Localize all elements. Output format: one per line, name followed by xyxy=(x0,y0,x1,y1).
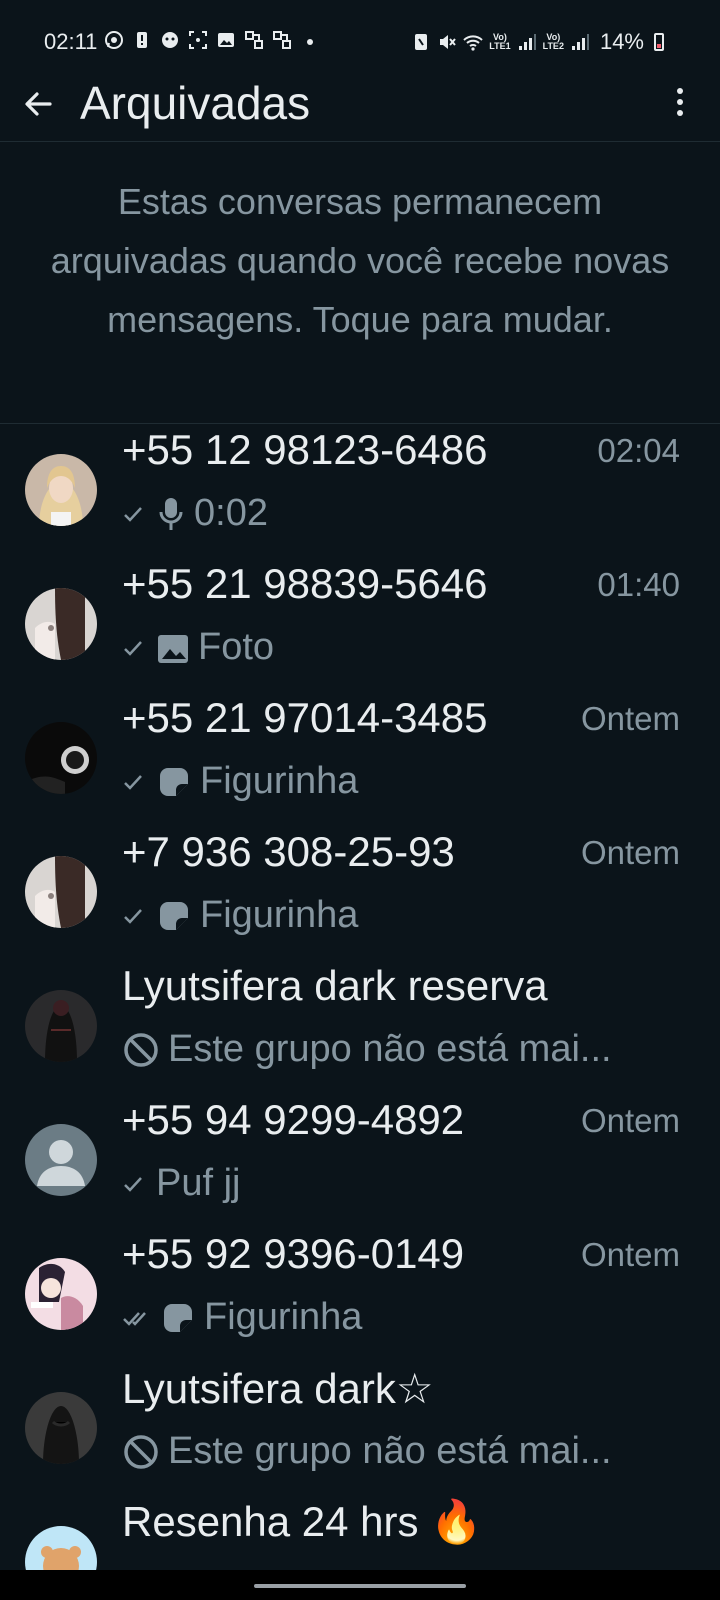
preview-text: Este grupo não está mai... xyxy=(168,1430,612,1472)
system-icons: Vo) LTE1 Vo) LTE2 14% xyxy=(411,29,664,55)
chat-row[interactable]: +55 21 98839-5646 01:40 Foto xyxy=(0,558,720,692)
chat-row[interactable]: +55 12 98123-6486 02:04 0:02 xyxy=(0,424,720,558)
avatar[interactable] xyxy=(25,1124,97,1196)
preview-text: Figurinha xyxy=(200,894,359,936)
link-icon xyxy=(244,30,264,50)
app-bar: Arquivadas xyxy=(0,70,720,142)
chat-name: +55 12 98123-6486 xyxy=(122,426,488,473)
signal-icon xyxy=(517,32,537,52)
lte1-label: Vo) LTE1 xyxy=(489,32,511,51)
avatar[interactable] xyxy=(25,722,97,794)
preview-text: Este grupo não está mai... xyxy=(168,1028,612,1070)
alert-icon xyxy=(132,30,152,50)
chat-time: 02:04 xyxy=(597,432,680,469)
status-time: 02:11 xyxy=(44,29,98,54)
single-check-icon xyxy=(122,1173,148,1195)
chat-name: Lyutsifera dark☆ xyxy=(122,1365,434,1412)
more-options-icon[interactable] xyxy=(670,86,690,126)
avatar[interactable] xyxy=(25,990,97,1062)
wifi-icon xyxy=(463,32,483,52)
chat-name: +55 21 97014-3485 xyxy=(122,694,488,741)
preview-text: Foto xyxy=(198,626,275,668)
chat-name: Resenha 24 hrs 🔥 xyxy=(122,1498,483,1545)
chat-preview: 0:02 xyxy=(122,492,268,535)
chat-row[interactable]: +55 94 9299-4892 Ontem Puf jj xyxy=(0,1094,720,1228)
nfc-icon xyxy=(411,32,431,52)
chat-name: +55 94 9299-4892 xyxy=(122,1096,465,1143)
whatsapp-icon xyxy=(104,30,124,50)
page-title: Arquivadas xyxy=(80,77,311,129)
avatar[interactable] xyxy=(25,1258,97,1330)
battery-icon xyxy=(654,33,664,51)
bug-icon xyxy=(160,30,180,50)
chat-name: +55 92 9396-0149 xyxy=(122,1230,465,1277)
dot-icon xyxy=(300,30,320,50)
screenshot-icon xyxy=(188,30,208,50)
chat-row[interactable]: +7 936 308-25-93 Ontem Figurinha xyxy=(0,826,720,960)
battery-percentage: 14% xyxy=(599,29,644,54)
chat-preview: Figurinha xyxy=(122,894,358,937)
chat-preview: Figurinha xyxy=(122,760,358,803)
home-gesture-handle[interactable] xyxy=(254,1584,466,1588)
preview-text: Figurinha xyxy=(204,1296,363,1338)
sticker-icon xyxy=(156,764,192,800)
chat-time: Ontem xyxy=(580,1236,680,1273)
chat-preview: Puf jj xyxy=(122,1162,240,1205)
link-icon xyxy=(272,30,292,50)
single-check-icon xyxy=(122,503,148,525)
chat-row[interactable]: Lyutsifera dark☆ Este grupo não está mai… xyxy=(0,1362,720,1496)
chat-preview: Este grupo não está mai... xyxy=(122,1028,612,1071)
single-check-icon xyxy=(122,905,148,927)
chat-name: Lyutsifera dark reserva xyxy=(122,962,548,1009)
chat-name: +55 21 98839-5646 xyxy=(122,560,488,607)
signal-icon xyxy=(570,32,590,52)
preview-text: Puf jj xyxy=(156,1162,241,1204)
image-icon xyxy=(156,631,190,665)
gallery-icon xyxy=(216,30,236,50)
chat-preview: Este grupo não está mai... xyxy=(122,1430,612,1473)
chat-row[interactable]: Lyutsifera dark reserva Este grupo não e… xyxy=(0,960,720,1094)
single-check-icon xyxy=(122,637,148,659)
lte2-label: Vo) LTE2 xyxy=(542,32,564,51)
chat-row[interactable]: +55 21 97014-3485 Ontem Figurinha xyxy=(0,692,720,826)
chat-name: +7 936 308-25-93 xyxy=(122,828,455,875)
mic-icon xyxy=(156,496,186,532)
avatar[interactable] xyxy=(25,1392,97,1464)
single-check-icon xyxy=(122,771,148,793)
chat-row[interactable]: +55 92 9396-0149 Ontem Figurinha xyxy=(0,1228,720,1362)
chat-preview: Figurinha xyxy=(122,1296,362,1339)
preview-text: Figurinha xyxy=(200,760,359,802)
chat-time: Ontem xyxy=(580,834,680,871)
chat-preview: Foto xyxy=(122,626,274,669)
chat-time: Ontem xyxy=(580,700,680,737)
preview-text: 0:02 xyxy=(194,492,268,534)
chat-time: Ontem xyxy=(580,1102,680,1139)
sticker-icon xyxy=(160,1300,196,1336)
blocked-icon xyxy=(122,1031,160,1069)
sticker-icon xyxy=(156,898,192,934)
navigation-bar xyxy=(0,1570,720,1600)
avatar[interactable] xyxy=(25,588,97,660)
mute-icon xyxy=(437,32,457,52)
double-check-icon xyxy=(122,1307,152,1329)
back-arrow-icon[interactable] xyxy=(20,86,56,122)
avatar[interactable] xyxy=(25,454,97,526)
status-bar: 02:11 Vo) LTE1 Vo) LTE2 14% xyxy=(0,0,720,80)
avatar[interactable] xyxy=(25,856,97,928)
notification-icons xyxy=(104,30,320,50)
archived-info-text[interactable]: Estas conversas permanecem arquivadas qu… xyxy=(40,172,680,349)
chat-time: 01:40 xyxy=(597,566,680,603)
blocked-icon xyxy=(122,1433,160,1471)
